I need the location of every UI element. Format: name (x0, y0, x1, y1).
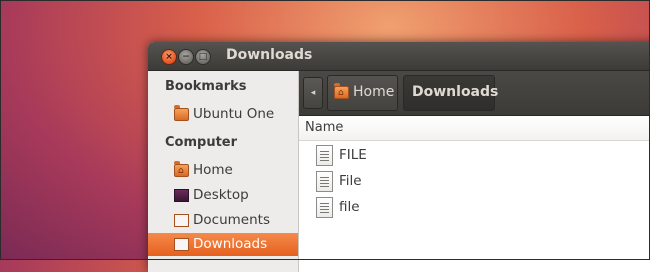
downloads-folder-icon (174, 238, 189, 251)
close-window-button[interactable]: × (161, 49, 177, 65)
file-row[interactable]: File (299, 169, 650, 195)
breadcrumb-downloads[interactable]: Downloads (403, 75, 499, 111)
breadcrumb-label: Downloads (412, 84, 499, 100)
sidebar-item-label: Desktop (193, 187, 249, 203)
sidebar-item-documents[interactable]: Documents (148, 209, 298, 232)
text-document-icon (316, 197, 333, 218)
title-bar[interactable]: × − □ Downloads (148, 42, 650, 71)
home-folder-icon: ⌂ (174, 161, 189, 177)
file-list-view: Name FILE File file (299, 116, 650, 272)
documents-folder-icon (174, 214, 189, 227)
back-button[interactable]: ◂ (303, 77, 323, 109)
chevron-left-icon: ◂ (310, 88, 316, 98)
sidebar-heading-bookmarks: Bookmarks (165, 79, 247, 94)
folder-icon (174, 105, 189, 121)
minimize-window-button[interactable]: − (178, 49, 194, 65)
text-document-icon (316, 145, 333, 166)
sidebar-item-label: Home (193, 162, 233, 178)
sidebar-item-ubuntu-one[interactable]: Ubuntu One (148, 103, 298, 126)
text-document-icon (316, 171, 333, 192)
sidebar-item-label: Documents (193, 212, 270, 228)
column-header-label: Name (305, 120, 344, 135)
file-row[interactable]: FILE (299, 143, 650, 169)
desktop-icon (174, 189, 189, 202)
maximize-window-button[interactable]: □ (195, 49, 211, 65)
location-toolbar: ◂ ⌂ Home Downloads (299, 71, 650, 116)
file-name: FILE (339, 147, 367, 163)
sidebar-item-label: Downloads (193, 236, 268, 252)
window-title: Downloads (226, 47, 313, 63)
breadcrumb-label: Home (353, 84, 395, 100)
file-row[interactable]: file (299, 195, 650, 221)
sidebar-item-desktop[interactable]: Desktop (148, 184, 298, 207)
file-name: File (339, 173, 362, 189)
home-folder-icon: ⌂ (334, 83, 349, 99)
breadcrumb-home[interactable]: ⌂ Home (327, 75, 398, 111)
file-manager-window: × − □ Downloads Bookmarks Ubuntu One Com… (148, 42, 650, 272)
name-column-header[interactable]: Name (299, 116, 650, 141)
places-sidebar: Bookmarks Ubuntu One Computer ⌂ Home Des… (148, 71, 299, 272)
file-name: file (339, 199, 360, 215)
sidebar-item-downloads[interactable]: Downloads (148, 233, 298, 256)
sidebar-heading-computer: Computer (165, 135, 238, 150)
sidebar-item-label: Ubuntu One (193, 106, 275, 122)
sidebar-item-home[interactable]: ⌂ Home (148, 159, 298, 182)
